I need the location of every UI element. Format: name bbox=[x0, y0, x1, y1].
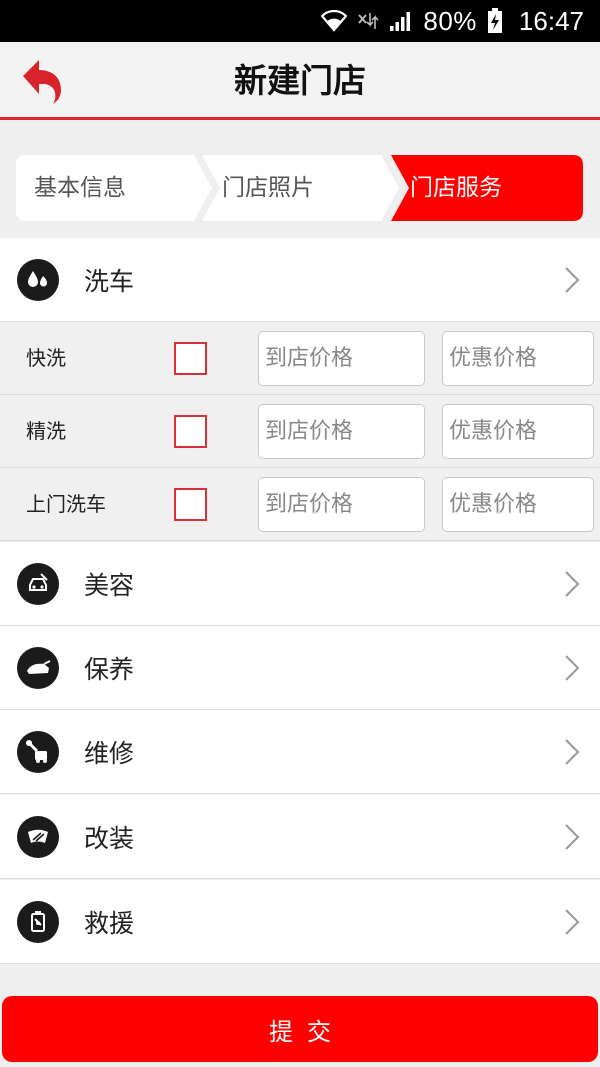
car-beauty-icon bbox=[17, 562, 59, 605]
top-nav-bar: 新建门店 bbox=[0, 42, 600, 120]
step-progress-bar: 基本信息 门店照片 门店服务 bbox=[16, 155, 583, 221]
wash-option-row: 精洗 bbox=[0, 395, 600, 468]
category-label: 保养 bbox=[84, 654, 135, 684]
chevron-right-icon bbox=[565, 738, 580, 765]
category-label: 救援 bbox=[84, 908, 135, 938]
category-repair[interactable]: 维修 bbox=[0, 710, 600, 794]
chevron-right-icon bbox=[565, 654, 580, 681]
category-label: 改装 bbox=[84, 823, 135, 853]
wash-option-row: 快洗 bbox=[0, 322, 600, 395]
category-rescue[interactable]: 救援 bbox=[0, 880, 600, 964]
signal-icon bbox=[389, 10, 413, 32]
data-transfer-icon bbox=[357, 11, 379, 31]
oil-can-icon bbox=[17, 646, 59, 689]
chevron-right-icon bbox=[565, 570, 580, 597]
battery-percent: 80% bbox=[423, 5, 477, 36]
fuel-can-icon bbox=[17, 900, 59, 943]
category-car-wash[interactable]: 洗车 bbox=[0, 238, 600, 322]
category-label: 美容 bbox=[84, 570, 135, 600]
wash-option-label: 快洗 bbox=[26, 346, 66, 370]
chevron-right-icon bbox=[565, 908, 580, 935]
step-store-services[interactable]: 门店服务 bbox=[410, 155, 502, 221]
wash-option-checkbox[interactable] bbox=[174, 415, 207, 448]
wash-option-checkbox[interactable] bbox=[174, 488, 207, 521]
category-label: 洗车 bbox=[84, 266, 135, 296]
category-modification[interactable]: 改装 bbox=[0, 795, 600, 879]
status-bar: 80% 16:47 bbox=[0, 0, 600, 42]
category-beauty[interactable]: 美容 bbox=[0, 542, 600, 626]
wash-option-row: 上门洗车 bbox=[0, 468, 600, 541]
windshield-icon bbox=[17, 815, 59, 858]
category-maintenance[interactable]: 保养 bbox=[0, 626, 600, 710]
store-price-input[interactable] bbox=[258, 404, 425, 459]
wash-option-label: 精洗 bbox=[26, 419, 66, 443]
store-price-input[interactable] bbox=[258, 331, 425, 386]
status-time: 16:47 bbox=[518, 5, 584, 36]
battery-charging-icon bbox=[487, 8, 503, 34]
promo-price-input[interactable] bbox=[442, 404, 594, 459]
submit-button[interactable]: 提交 bbox=[2, 996, 598, 1062]
wash-option-label: 上门洗车 bbox=[26, 492, 106, 516]
category-label: 维修 bbox=[84, 738, 135, 768]
promo-price-input[interactable] bbox=[442, 331, 594, 386]
chevron-right-icon bbox=[565, 823, 580, 850]
step-store-photos[interactable]: 门店照片 bbox=[222, 155, 314, 221]
wash-option-checkbox[interactable] bbox=[174, 342, 207, 375]
water-drops-icon bbox=[17, 258, 59, 301]
step-basic-info[interactable]: 基本信息 bbox=[34, 155, 126, 221]
store-price-input[interactable] bbox=[258, 477, 425, 532]
app-screen: 80% 16:47 新建门店 基本信息 门店照片 门店服务 洗车 快洗 到店价格… bbox=[0, 0, 600, 1067]
chevron-right-icon bbox=[565, 266, 580, 293]
page-title: 新建门店 bbox=[234, 61, 366, 100]
promo-price-input[interactable] bbox=[442, 477, 594, 532]
wifi-icon bbox=[321, 10, 348, 32]
repair-wrench-icon bbox=[17, 730, 59, 773]
